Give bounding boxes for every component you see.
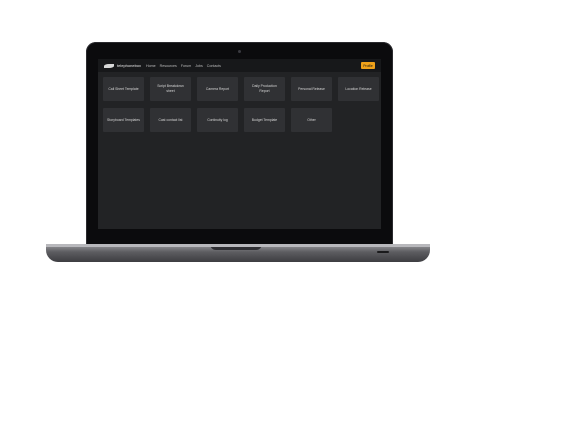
nav-link-contacts[interactable]: Contacts [207, 64, 221, 68]
card-camera-report[interactable]: Camera Report [197, 77, 238, 101]
card-personal-release[interactable]: Personal Release [291, 77, 332, 101]
card-budget-template[interactable]: Budget Template [244, 108, 285, 132]
template-grid: Call Sheet Template Script Breakdown she… [103, 77, 380, 132]
profile-button[interactable]: Profile [361, 62, 375, 69]
card-location-release[interactable]: Location Release [338, 77, 379, 101]
card-call-sheet-template[interactable]: Call Sheet Template [103, 77, 144, 101]
card-other[interactable]: Other [291, 108, 332, 132]
camera-icon [238, 50, 241, 53]
brand-name: telephonebox [117, 63, 142, 68]
card-cast-contact-list[interactable]: Cast contact list [150, 108, 191, 132]
laptop-screen: telephonebox Home Resources Forum Jobs C… [98, 59, 381, 229]
logo-icon [104, 63, 114, 68]
brand-logo[interactable]: telephonebox [104, 63, 146, 68]
nav-links: Home Resources Forum Jobs Contacts [146, 64, 221, 68]
card-script-breakdown-sheet[interactable]: Script Breakdown sheet [150, 77, 191, 101]
card-storyboard-templates[interactable]: Storyboard Templates [103, 108, 144, 132]
port-icon [377, 251, 389, 253]
nav-link-forum[interactable]: Forum [181, 64, 191, 68]
top-navbar: telephonebox Home Resources Forum Jobs C… [98, 59, 381, 72]
card-daily-production-report[interactable]: Daily Production Report [244, 77, 285, 101]
laptop-base-edge [46, 244, 430, 247]
nav-link-home[interactable]: Home [146, 64, 156, 68]
nav-link-jobs[interactable]: Jobs [195, 64, 203, 68]
laptop-lid: telephonebox Home Resources Forum Jobs C… [86, 42, 393, 247]
card-continuity-log[interactable]: Continuity log [197, 108, 238, 132]
nav-link-resources[interactable]: Resources [160, 64, 177, 68]
